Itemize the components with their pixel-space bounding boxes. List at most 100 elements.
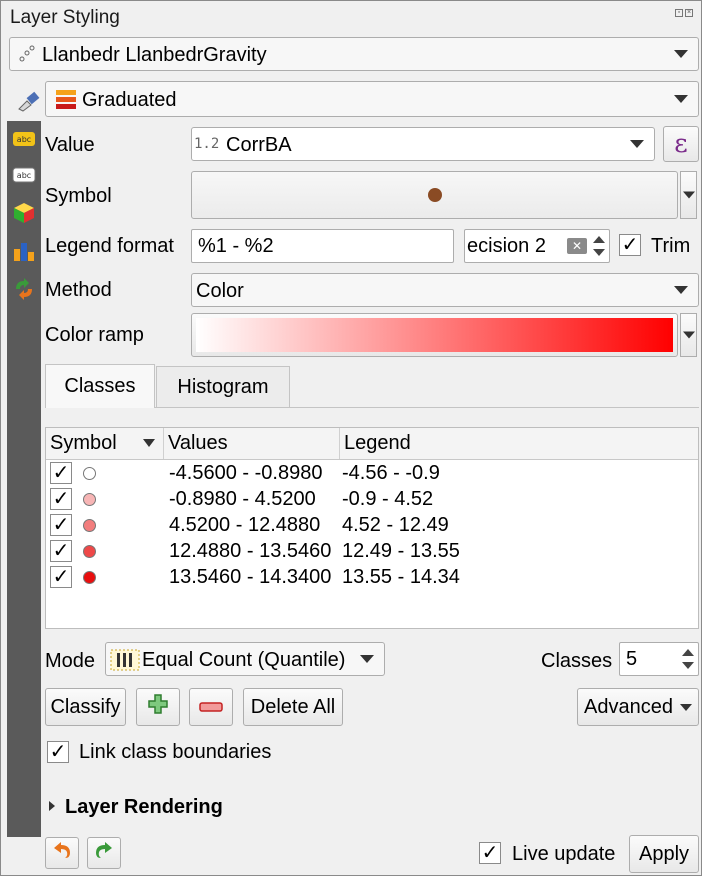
epsilon-icon: ε — [674, 129, 688, 159]
value-field-select[interactable]: 1.2 CorrBA — [191, 127, 655, 161]
sort-indicator-icon — [143, 439, 155, 447]
classify-button[interactable]: Classify — [45, 688, 126, 726]
class-visible-checkbox[interactable]: ✓ — [50, 462, 72, 484]
class-values[interactable]: 4.5200 - 12.4880 — [169, 514, 320, 537]
table-row[interactable]: ✓ -4.5600 - -0.8980 -4.56 - -0.9 — [46, 460, 698, 486]
layer-rendering-header[interactable]: Layer Rendering — [65, 796, 223, 819]
class-visible-checkbox[interactable]: ✓ — [50, 488, 72, 510]
redo-button[interactable] — [87, 837, 121, 869]
class-values[interactable]: -4.5600 - -0.8980 — [169, 462, 322, 485]
column-header-legend-label: Legend — [344, 432, 411, 454]
close-icon[interactable]: × — [685, 9, 693, 17]
class-symbol-dot[interactable] — [83, 467, 96, 480]
labels-icon[interactable]: abc — [11, 127, 37, 151]
spinner-arrows-icon[interactable] — [593, 230, 607, 262]
live-update-checkbox[interactable]: ✓ — [479, 842, 501, 864]
chevron-down-icon — [680, 704, 692, 711]
expression-button[interactable]: ε — [663, 126, 699, 162]
apply-button[interactable]: Apply — [629, 835, 699, 873]
abc-icon[interactable]: abc — [11, 163, 37, 187]
classes-count-value: 5 — [626, 647, 638, 670]
column-header-values[interactable]: Values — [164, 428, 340, 459]
method-select[interactable]: Color — [191, 273, 699, 307]
renderer-select[interactable]: Graduated — [45, 81, 699, 117]
class-visible-checkbox[interactable]: ✓ — [50, 540, 72, 562]
paintbrush-icon — [15, 89, 41, 113]
precision-spinbox[interactable]: ecision 2 ✕ — [464, 229, 610, 263]
plus-icon — [147, 693, 169, 721]
advanced-button[interactable]: Advanced — [577, 688, 699, 726]
float-icon[interactable]: ▫ — [675, 9, 683, 17]
class-symbol-dot[interactable] — [83, 571, 96, 584]
layer-select[interactable]: Llanbedr LlanbedrGravity — [9, 37, 699, 71]
numeric-type-icon: 1.2 — [194, 136, 220, 152]
3d-cube-icon[interactable] — [11, 201, 37, 225]
method-label: Method — [45, 279, 112, 301]
table-row[interactable]: ✓ 4.5200 - 12.4880 4.52 - 12.49 — [46, 512, 698, 538]
delete-all-button-label: Delete All — [250, 695, 336, 718]
class-legend[interactable]: 13.55 - 14.34 — [342, 566, 460, 589]
tab-histogram[interactable]: Histogram — [156, 366, 290, 407]
class-values[interactable]: -0.8980 - 4.5200 — [169, 488, 316, 511]
class-legend[interactable]: 12.49 - 13.55 — [342, 540, 460, 563]
delete-all-button[interactable]: Delete All — [243, 688, 343, 726]
class-visible-checkbox[interactable]: ✓ — [50, 566, 72, 588]
spinner-arrows-icon[interactable] — [682, 643, 696, 675]
legend-format-value: %1 - %2 — [198, 234, 274, 257]
quantile-mode-icon — [110, 649, 140, 671]
clear-icon[interactable]: ✕ — [567, 238, 587, 254]
expand-arrow-icon[interactable] — [49, 801, 55, 811]
class-values[interactable]: 13.5460 - 14.3400 — [169, 566, 331, 589]
legend-format-input[interactable]: %1 - %2 — [191, 229, 454, 263]
value-label: Value — [45, 134, 95, 156]
live-update-label: Live update — [512, 843, 616, 865]
symbol-menu-button[interactable] — [680, 171, 697, 219]
precision-value: ecision 2 — [467, 234, 546, 257]
classes-count-spinbox[interactable]: 5 — [619, 642, 699, 676]
link-boundaries-checkbox[interactable]: ✓ — [47, 741, 69, 763]
table-header: Symbol Values Legend — [46, 428, 698, 460]
class-legend[interactable]: -0.9 - 4.52 — [342, 488, 433, 511]
table-row[interactable]: ✓ -0.8980 - 4.5200 -0.9 - 4.52 — [46, 486, 698, 512]
layer-name: Llanbedr LlanbedrGravity — [42, 44, 267, 66]
trim-checkbox[interactable]: ✓ — [619, 234, 641, 256]
class-legend[interactable]: -4.56 - -0.9 — [342, 462, 440, 485]
tab-classes-label: Classes — [64, 375, 136, 397]
column-header-symbol[interactable]: Symbol — [46, 428, 164, 459]
add-class-button[interactable] — [136, 688, 180, 726]
class-symbol-dot[interactable] — [83, 519, 96, 532]
tab-histogram-label: Histogram — [177, 375, 269, 398]
svg-text:abc: abc — [17, 135, 31, 144]
undo-button[interactable] — [45, 837, 79, 869]
symbol-preview-dot — [427, 188, 442, 202]
mode-select[interactable]: Equal Count (Quantile) — [105, 642, 385, 676]
apply-button-label: Apply — [638, 842, 690, 865]
trim-label: Trim — [651, 235, 691, 257]
class-symbol-dot[interactable] — [83, 545, 96, 558]
symbol-button[interactable] — [191, 171, 678, 219]
dock-controls: ▫ × — [675, 9, 693, 21]
class-values[interactable]: 12.4880 - 13.5460 — [169, 540, 331, 563]
color-ramp-menu-button[interactable] — [680, 313, 697, 357]
chevron-down-icon — [360, 655, 374, 663]
graduated-icon — [54, 88, 78, 112]
chevron-down-icon — [630, 140, 644, 148]
legend-format-label: Legend format — [45, 235, 174, 257]
class-visible-checkbox[interactable]: ✓ — [50, 514, 72, 536]
layer-styling-panel: Layer Styling ▫ × Llanbedr LlanbedrGravi… — [0, 0, 702, 876]
link-boundaries-label: Link class boundaries — [79, 741, 272, 763]
chevron-down-icon — [674, 95, 688, 103]
class-legend[interactable]: 4.52 - 12.49 — [342, 514, 449, 537]
table-row[interactable]: ✓ 12.4880 - 13.5460 12.49 - 13.55 — [46, 538, 698, 564]
color-ramp-button[interactable] — [191, 313, 678, 357]
tab-classes[interactable]: Classes — [45, 364, 155, 408]
class-symbol-dot[interactable] — [83, 493, 96, 506]
delete-class-button[interactable] — [189, 688, 233, 726]
column-header-legend[interactable]: Legend — [340, 428, 700, 459]
history-icon[interactable] — [11, 277, 37, 301]
symbol-label: Symbol — [45, 185, 112, 207]
diagrams-icon[interactable] — [11, 239, 37, 263]
table-row[interactable]: ✓ 13.5460 - 14.3400 13.55 - 14.34 — [46, 564, 698, 590]
classes-count-label: Classes — [541, 650, 613, 672]
classes-table[interactable]: Symbol Values Legend ✓ -4.5600 - -0.8980… — [45, 427, 699, 629]
